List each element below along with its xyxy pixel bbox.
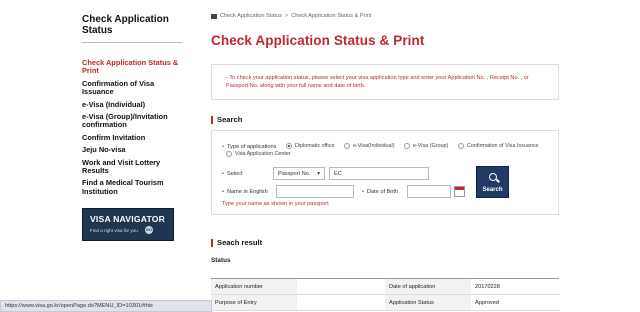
radio-visa-application-center[interactable]: Visa Application Center	[226, 151, 291, 157]
search-heading-label: Search	[217, 115, 243, 124]
radio-evisa-individual[interactable]: e-Visa(Individual)	[344, 143, 395, 149]
sidebar-item-medical-tourism[interactable]: Find a Medical Tourism Institution	[82, 179, 182, 196]
table-row: Purpose of Entry Application Status Appr…	[211, 295, 559, 311]
bullet-icon: •	[222, 144, 224, 150]
chevron-down-icon: ▾	[317, 170, 320, 177]
radio-diplomatic-office[interactable]: Diplomatic office	[286, 143, 334, 149]
name-hint: Type your name as shown in your passport	[222, 201, 329, 207]
sidebar-item-jeju-no-visa[interactable]: Jeju No-visa	[82, 145, 182, 154]
sidebar-item-evisa-individual[interactable]: e-Visa (Individual)	[82, 100, 182, 109]
table-cell-label: Application number	[211, 279, 297, 294]
search-button-label: Search	[482, 187, 503, 193]
table-cell-value: Approved	[475, 300, 499, 306]
dob-input[interactable]	[407, 185, 451, 198]
breadcrumb-item-current: Check Application Status & Print	[291, 13, 372, 19]
visa-navigator-banner[interactable]: VISA NAVIGATOR Find a right visa for you…	[82, 208, 174, 241]
table-row: Application number Date of application 2…	[211, 279, 559, 295]
sidebar: Check Application Status Check Applicati…	[82, 14, 182, 200]
search-icon	[489, 173, 497, 181]
sidebar-menu: Check Application Status & Print Confirm…	[82, 58, 182, 196]
calendar-icon[interactable]	[454, 186, 465, 197]
radio-icon[interactable]	[458, 143, 464, 149]
id-number-input[interactable]: EC	[329, 167, 429, 180]
radio-evisa-group[interactable]: e-Visa (Group)	[404, 143, 448, 149]
breadcrumb-separator: >	[284, 13, 289, 19]
result-heading: Seach result	[211, 238, 262, 247]
type-label: • Type of applications	[222, 144, 277, 150]
search-heading: Search	[211, 115, 242, 124]
sidebar-item-confirmation-visa-issuance[interactable]: Confirmation of Visa Issuance	[82, 79, 182, 97]
table-cell-label: Application Status	[385, 295, 471, 310]
result-table: Application number Date of application 2…	[211, 278, 559, 311]
sidebar-divider	[82, 42, 182, 43]
section-marker	[211, 238, 213, 247]
go-icon[interactable]: GO	[145, 226, 153, 234]
breadcrumb: Check Application Status > Check Applica…	[211, 13, 371, 19]
select-label: • Select	[222, 171, 243, 177]
sidebar-item-confirm-invitation[interactable]: Confirm Invitation	[82, 133, 182, 142]
id-type-select[interactable]: Passport No. ▾	[273, 167, 325, 180]
status-label: Status	[211, 257, 231, 264]
notice-box: - To check your application status, plea…	[211, 64, 559, 100]
breadcrumb-item-status[interactable]: Check Application Status	[220, 13, 282, 19]
radio-icon[interactable]	[404, 143, 410, 149]
table-cell-value: 20170228	[475, 284, 500, 290]
sidebar-item-check-status-print[interactable]: Check Application Status & Print	[82, 58, 182, 76]
visa-navigator-title: VISA NAVIGATOR	[90, 214, 166, 224]
home-icon[interactable]	[211, 13, 217, 19]
name-label: • Name in English	[222, 189, 268, 195]
page-title: Check Application Status & Print	[211, 33, 425, 48]
radio-icon[interactable]	[344, 143, 350, 149]
sidebar-item-evisa-group[interactable]: e-Visa (Group)/Invitation confirmation	[82, 112, 182, 130]
table-cell-value	[297, 279, 385, 294]
radio-icon[interactable]	[226, 151, 232, 157]
sidebar-title: Check Application Status	[82, 14, 169, 36]
radio-selected-icon[interactable]	[286, 143, 292, 149]
section-marker	[211, 115, 213, 124]
visa-navigator-subtitle: Find a right visa for you	[90, 228, 138, 233]
search-button[interactable]: Search	[476, 166, 509, 198]
radio-confirmation-visa[interactable]: Confirmation of Visa Issuance	[458, 143, 539, 149]
result-heading-label: Seach result	[217, 238, 263, 247]
dob-label: • Date of Birth	[362, 189, 399, 195]
table-cell-label: Date of application	[385, 279, 471, 294]
name-input[interactable]	[276, 185, 354, 198]
table-cell-label: Purpose of Entry	[211, 295, 297, 310]
table-cell-value	[297, 295, 385, 310]
browser-status-bar: https://www.visa.go.kr/openPage.do?MENU_…	[0, 300, 212, 312]
notice-text: - To check your application status, plea…	[226, 75, 529, 89]
sidebar-item-lottery-results[interactable]: Work and Visit Lottery Results	[82, 158, 182, 176]
